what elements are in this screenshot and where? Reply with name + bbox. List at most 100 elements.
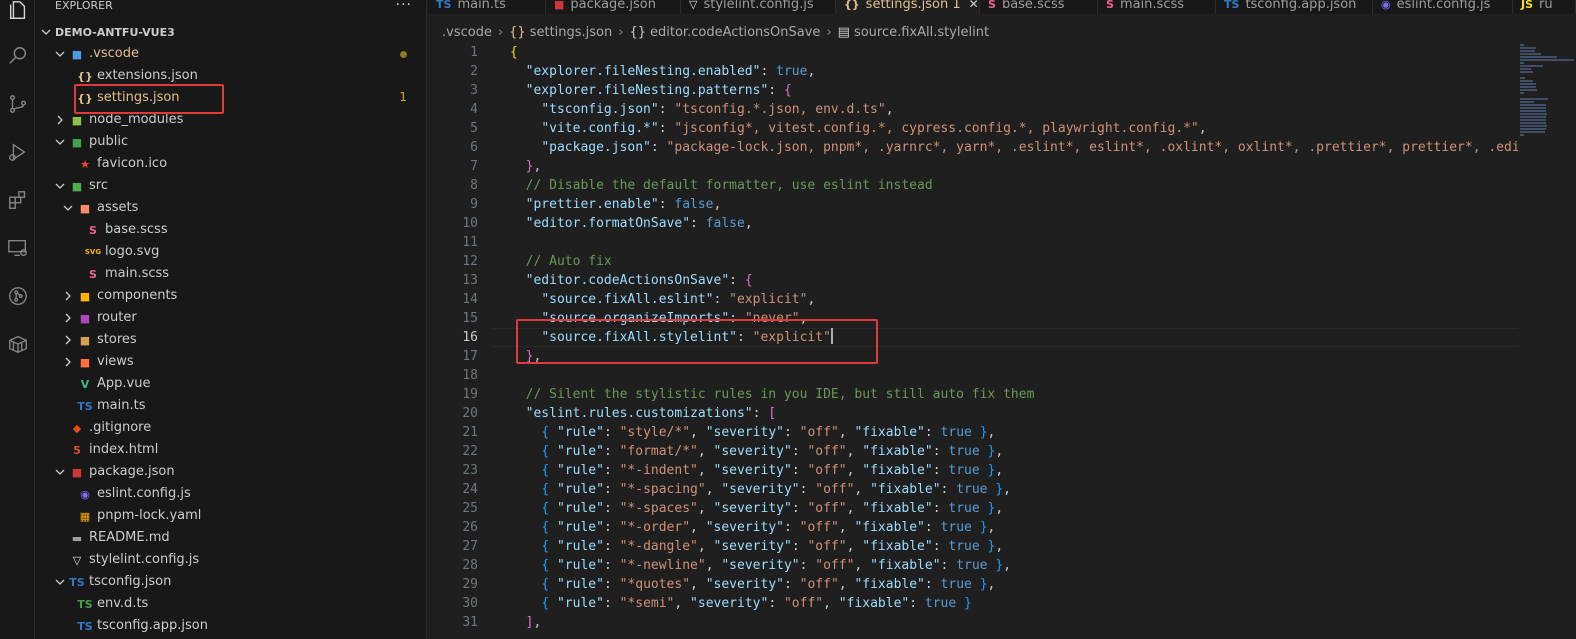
- breadcrumb-item[interactable]: settings.json: [530, 25, 613, 40]
- code-line[interactable]: { "rule": "*-indent", "severity": "off",…: [510, 461, 1003, 480]
- tree-file-stylelint-config-js[interactable]: ▽ stylelint.config.js: [35, 549, 427, 571]
- chevron-right-icon[interactable]: [63, 335, 73, 345]
- code-line[interactable]: { "rule": "*-dangle", "severity": "off",…: [510, 537, 1003, 556]
- code-line[interactable]: { "rule": "*-order", "severity": "off", …: [510, 518, 995, 537]
- code-token: :: [736, 330, 753, 345]
- tab-main-scss[interactable]: Smain.scss: [1098, 0, 1216, 14]
- tree-folder-package-json[interactable]: ■ package.json: [35, 461, 427, 483]
- tree-file-main-ts[interactable]: TS main.ts: [35, 395, 427, 417]
- chevron-down-icon[interactable]: [55, 577, 65, 587]
- problem-count-badge: 1: [399, 90, 407, 104]
- tree-file-settings-json[interactable]: {} settings.json 1: [35, 87, 427, 109]
- code-line[interactable]: "eslint.rules.customizations": [: [510, 404, 776, 423]
- tab-ru[interactable]: JS ru: [1513, 0, 1576, 14]
- code-line[interactable]: {: [510, 43, 518, 62]
- code-line[interactable]: "package.json": "package-lock.json, pnpm…: [510, 138, 1518, 157]
- tab-tsconfig-app-json[interactable]: TS tsconfig.app.json: [1216, 0, 1373, 14]
- tree-folder-assets[interactable]: ■ assets: [35, 197, 427, 219]
- tree-item-label: env.d.ts: [97, 596, 149, 611]
- code-line[interactable]: { "rule": "*semi", "severity": "off", "f…: [510, 594, 972, 613]
- containers-icon[interactable]: [0, 326, 35, 362]
- search-icon[interactable]: [0, 38, 35, 74]
- code-line[interactable]: { "rule": "*-newline", "severity": "off"…: [510, 556, 1011, 575]
- tree-file-index-html[interactable]: 5 index.html: [35, 439, 427, 461]
- tree-file-eslint-config-js[interactable]: ◉ eslint.config.js: [35, 483, 427, 505]
- tree-file-extensions-json[interactable]: {} extensions.json: [35, 65, 427, 87]
- extensions-icon[interactable]: [0, 182, 35, 218]
- breadcrumb-item[interactable]: .vscode: [442, 25, 492, 40]
- tree-folder-tsconfig-json[interactable]: TS tsconfig.json: [35, 571, 427, 593]
- tab-package-json[interactable]: ■ package.json: [546, 0, 681, 14]
- code-line[interactable]: // Silent the stylistic rules in you IDE…: [510, 385, 1035, 404]
- code-line[interactable]: { "rule": "*quotes", "severity": "off", …: [510, 575, 995, 594]
- breadcrumb-item[interactable]: source.fixAll.stylelint: [854, 25, 989, 40]
- tab-main-ts[interactable]: TS main.ts: [428, 0, 546, 14]
- code-line[interactable]: ],: [510, 613, 542, 632]
- tree-folder-public[interactable]: ■ public: [35, 131, 427, 153]
- code-line[interactable]: "editor.formatOnSave": false,: [510, 214, 753, 233]
- code-line[interactable]: "tsconfig.json": "tsconfig.*.json, env.d…: [510, 100, 893, 119]
- tree-file-logo-svg[interactable]: SVG logo.svg: [35, 241, 427, 263]
- code-line[interactable]: { "rule": "*-spaces", "severity": "off",…: [510, 499, 1003, 518]
- tab-settings-json-1[interactable]: {} settings.json 1 ✕: [836, 0, 980, 14]
- tree-folder-components[interactable]: ■ components: [35, 285, 427, 307]
- chevron-down-icon[interactable]: [63, 203, 73, 213]
- code-line[interactable]: "explorer.fileNesting.patterns": {: [510, 81, 792, 100]
- breadcrumb-item[interactable]: editor.codeActionsOnSave: [650, 25, 820, 40]
- tree-folder-router[interactable]: ■ router: [35, 307, 427, 329]
- code-token: {: [541, 577, 550, 592]
- minimap[interactable]: [1518, 42, 1576, 639]
- chevron-down-icon[interactable]: [55, 137, 65, 147]
- chevron-right-icon[interactable]: [63, 357, 73, 367]
- code-line[interactable]: "prettier.enable": false,: [510, 195, 722, 214]
- more-actions-icon[interactable]: ···: [396, 0, 412, 13]
- code-token: ,: [533, 615, 542, 630]
- tree-file-readme-md[interactable]: ▬ README.md: [35, 527, 427, 549]
- code-line[interactable]: "source.organizeImports": "never",: [510, 309, 807, 328]
- chevron-right-icon[interactable]: [63, 291, 73, 301]
- tab-stylelint-config-js[interactable]: ▽ stylelint.config.js: [681, 0, 836, 14]
- tree-file-base-scss[interactable]: Sbase.scss: [35, 219, 427, 241]
- minimap-line: [1520, 92, 1524, 94]
- tree-file-pnpm-lock-yaml[interactable]: ▦ pnpm-lock.yaml: [35, 505, 427, 527]
- tree-file-app-vue[interactable]: V App.vue: [35, 373, 427, 395]
- code-line[interactable]: "editor.codeActionsOnSave": {: [510, 271, 753, 290]
- tree-folder-stores[interactable]: ■ stores: [35, 329, 427, 351]
- chevron-down-icon[interactable]: [55, 49, 65, 59]
- tab-base-scss[interactable]: Sbase.scss: [980, 0, 1098, 14]
- code-line[interactable]: { "rule": "style/*", "severity": "off", …: [510, 423, 995, 442]
- tree-file-main-scss[interactable]: Smain.scss: [35, 263, 427, 285]
- tree-file-tsconfig-app-json[interactable]: TS tsconfig.app.json: [35, 615, 427, 637]
- tab-eslint-config-js[interactable]: ◉ eslint.config.js: [1373, 0, 1513, 14]
- tree-file-gitignore[interactable]: ◆ .gitignore: [35, 417, 427, 439]
- remote-explorer-icon[interactable]: [0, 230, 35, 266]
- code-line[interactable]: // Auto fix: [510, 252, 612, 271]
- close-tab-icon[interactable]: ✕: [969, 0, 979, 11]
- chevron-right-icon[interactable]: [63, 313, 73, 323]
- tree-file-env-d-ts[interactable]: TS env.d.ts: [35, 593, 427, 615]
- chevron-right-icon[interactable]: [55, 115, 65, 125]
- code-line[interactable]: },: [510, 347, 542, 366]
- source-control-icon[interactable]: [0, 86, 35, 122]
- workspace-root[interactable]: DEMO-ANTFU-VUE3: [35, 22, 427, 42]
- tree-folder-src[interactable]: ■ src: [35, 175, 427, 197]
- code-line[interactable]: { "rule": "format/*", "severity": "off",…: [510, 442, 1003, 461]
- code-line[interactable]: { "rule": "*-spacing", "severity": "off"…: [510, 480, 1011, 499]
- tree-folder-views[interactable]: ■ views: [35, 351, 427, 373]
- tree-file-favicon-ico[interactable]: ★ favicon.ico: [35, 153, 427, 175]
- code-editor[interactable]: 1 {2 "explorer.fileNesting.enabled": true…: [428, 42, 1518, 639]
- tree-folder-vscode[interactable]: ■ .vscode: [35, 43, 427, 65]
- code-line[interactable]: "vite.config.*": "jsconfig*, vitest.conf…: [510, 119, 1206, 138]
- git-graph-icon[interactable]: [0, 278, 35, 314]
- code-line[interactable]: "source.fixAll.stylelint": "explicit": [510, 328, 833, 347]
- tree-folder-node-modules[interactable]: ■ node_modules: [35, 109, 427, 131]
- chevron-down-icon[interactable]: [55, 467, 65, 477]
- code-line[interactable]: "explorer.fileNesting.enabled": true,: [510, 62, 816, 81]
- code-line[interactable]: "source.fixAll.eslint": "explicit",: [510, 290, 815, 309]
- code-line[interactable]: },: [510, 157, 542, 176]
- chevron-down-icon[interactable]: [55, 181, 65, 191]
- code-token: :: [603, 596, 620, 611]
- explorer-icon[interactable]: [0, 0, 35, 28]
- code-line[interactable]: // Disable the default formatter, use es…: [510, 176, 933, 195]
- run-debug-icon[interactable]: [0, 134, 35, 170]
